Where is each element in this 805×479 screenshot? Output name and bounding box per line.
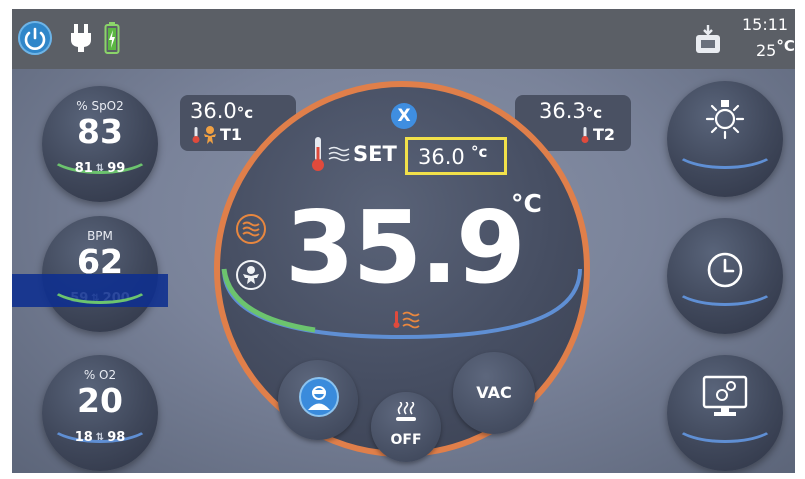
power-icon[interactable] bbox=[18, 21, 52, 55]
o2-label: % O2 bbox=[83, 368, 117, 382]
spo2-low-limit: 81 bbox=[74, 161, 93, 176]
alarm-limits-icon: ⇅ bbox=[95, 163, 105, 174]
heater-waves-icon bbox=[328, 145, 350, 163]
monitor-settings-icon bbox=[701, 375, 749, 419]
set-temperature-field[interactable]: 36.0 °c bbox=[405, 137, 507, 175]
plug-icon bbox=[66, 21, 96, 55]
close-button[interactable]: X bbox=[391, 103, 417, 129]
settings-button[interactable] bbox=[667, 355, 783, 471]
spo2-value: 83 bbox=[77, 112, 123, 151]
bpm-label: BPM bbox=[87, 229, 113, 243]
o2-limits: 18 ⇅ 98 bbox=[42, 430, 158, 445]
humidifier-off-label: OFF bbox=[390, 432, 422, 448]
spo2-label: % SpO2 bbox=[76, 99, 124, 113]
spo2-panel[interactable]: % SpO2 83 81 ⇅ 99 bbox=[42, 86, 158, 202]
t2-unit: °c bbox=[585, 104, 603, 122]
t2-label: T2 bbox=[593, 125, 616, 144]
clock-time: 15:11 bbox=[742, 15, 789, 34]
battery-icon bbox=[104, 22, 120, 54]
humidifier-icon bbox=[394, 401, 418, 422]
baby-mode-icon[interactable] bbox=[236, 260, 266, 290]
vac-label: VAC bbox=[476, 383, 512, 402]
humidifier-off-button[interactable]: OFF bbox=[371, 392, 441, 462]
spo2-limits: 81 ⇅ 99 bbox=[42, 161, 158, 176]
o2-panel[interactable]: % O2 20 18 ⇅ 98 bbox=[42, 355, 158, 471]
patient-icon bbox=[299, 377, 339, 417]
alarm-limits-icon: ⇅ bbox=[95, 432, 105, 443]
top-bar: 15:11 25°C bbox=[12, 9, 795, 69]
heater-mode-icon[interactable] bbox=[236, 214, 266, 244]
vac-button[interactable]: VAC bbox=[453, 352, 535, 434]
set-label: SET bbox=[353, 142, 397, 166]
download-card-icon[interactable] bbox=[693, 23, 723, 55]
ambient-temp-value: 25 bbox=[756, 41, 777, 60]
o2-high-limit: 98 bbox=[107, 430, 126, 445]
clock-icon bbox=[706, 251, 744, 289]
o2-value: 20 bbox=[77, 381, 123, 420]
set-temperature-value: 36.0 bbox=[418, 145, 465, 169]
spo2-high-limit: 99 bbox=[107, 161, 126, 176]
bpm-arc-overlay bbox=[48, 264, 152, 304]
ambient-temp-unit: °C bbox=[776, 37, 795, 55]
thermometer-icon bbox=[311, 135, 325, 173]
light-button[interactable] bbox=[667, 81, 783, 197]
ambient-temperature: 25°C bbox=[756, 37, 795, 60]
thermometer-icon bbox=[192, 126, 200, 144]
set-temperature-unit: °c bbox=[471, 143, 488, 161]
heater-indicator-icon bbox=[392, 309, 422, 331]
baby-icon bbox=[202, 125, 218, 145]
patient-button[interactable] bbox=[278, 360, 358, 440]
main-temperature-value: 35.9 bbox=[285, 189, 526, 306]
timer-button[interactable] bbox=[667, 218, 783, 334]
light-icon bbox=[701, 97, 749, 141]
o2-low-limit: 18 bbox=[74, 430, 93, 445]
screen: 15:11 25°C % SpO2 83 81⇅99 BPM 62 59⇅200… bbox=[12, 9, 795, 473]
